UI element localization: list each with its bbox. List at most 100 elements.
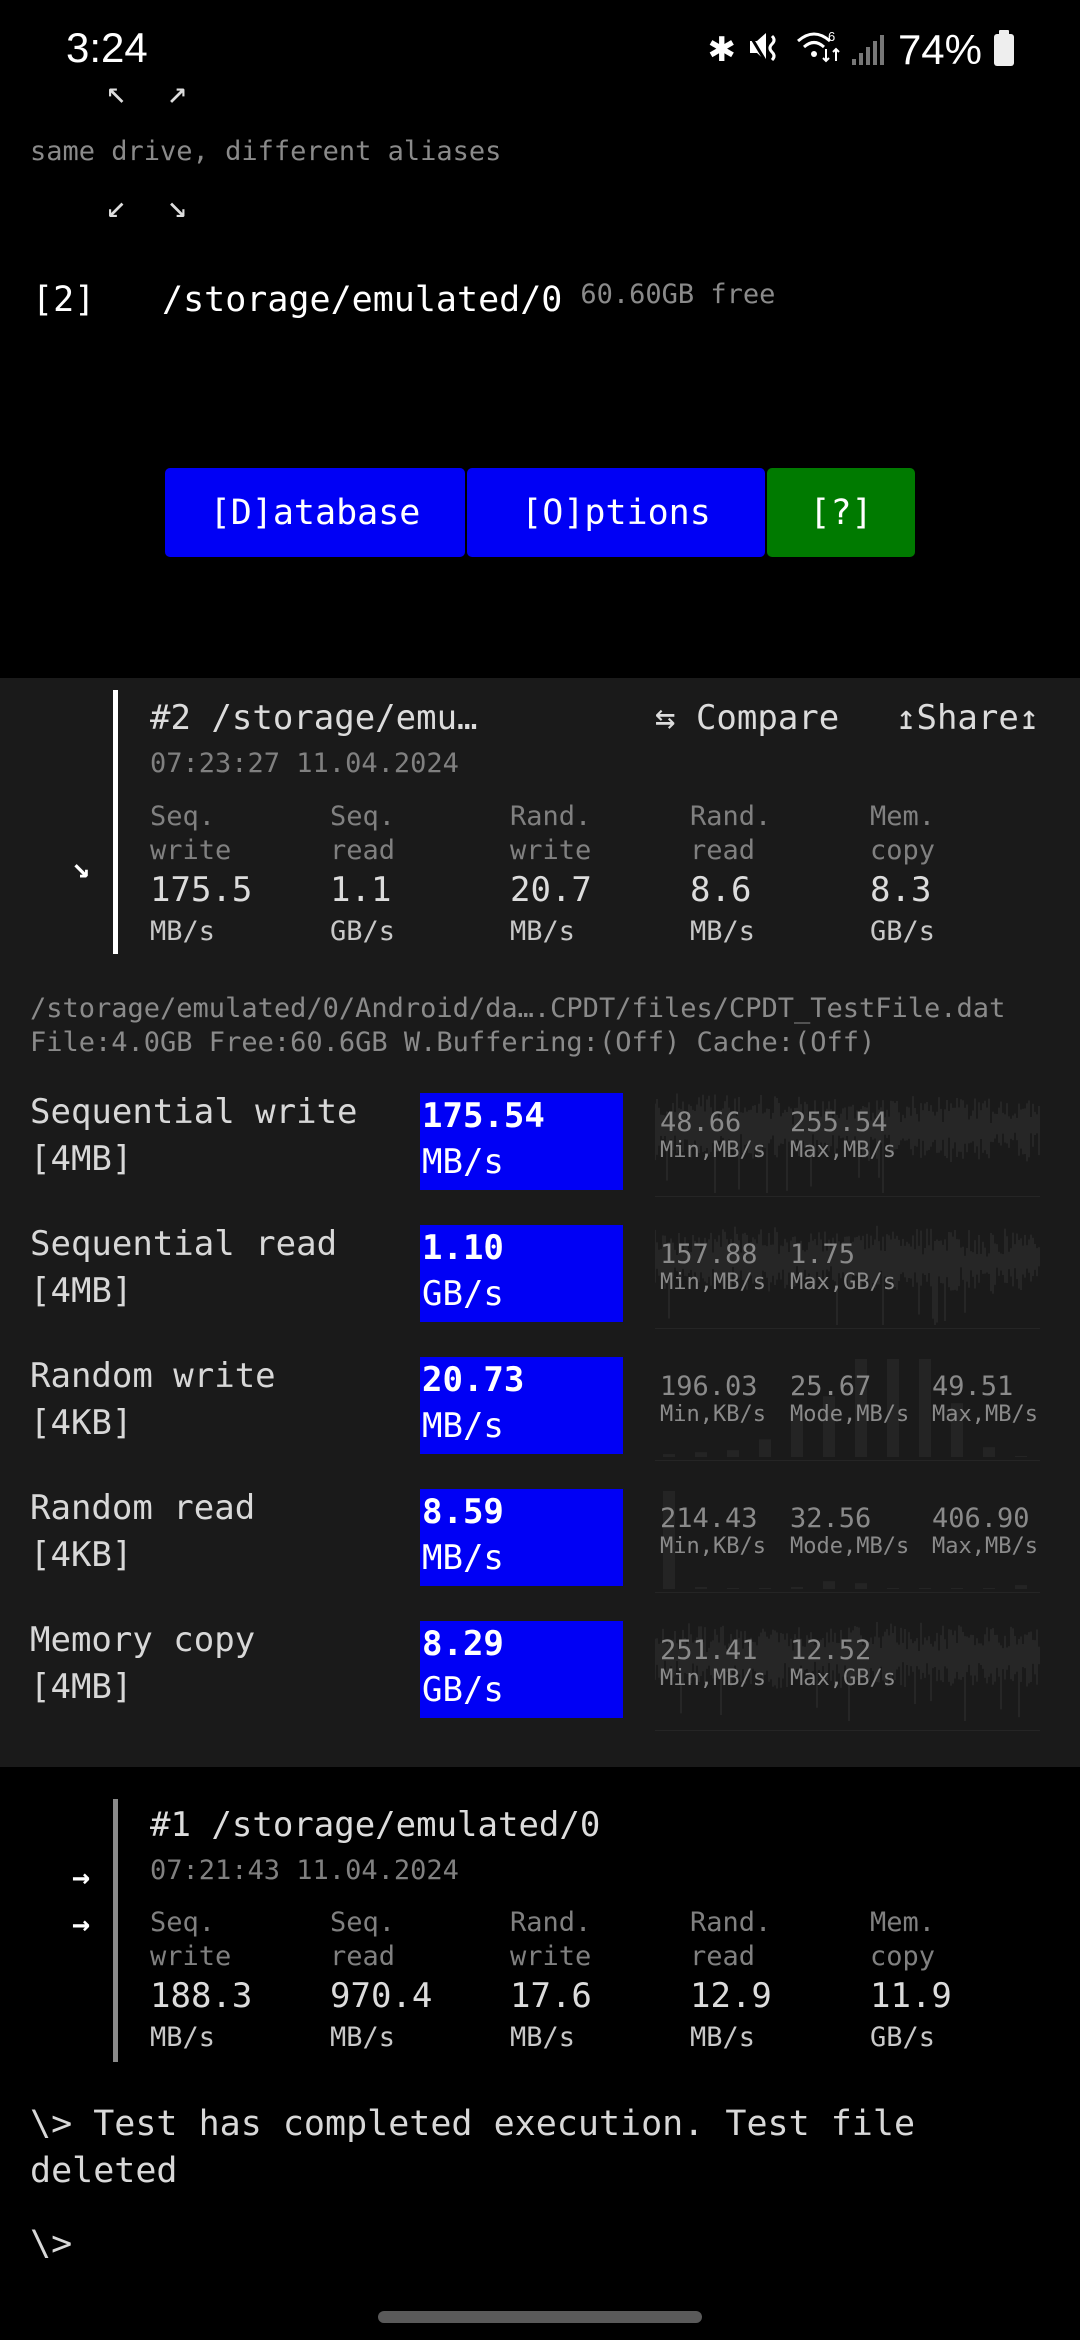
column-value: 8.3 [870, 870, 932, 910]
column-label: Rand. [690, 801, 772, 832]
wifi-badge: 6 [828, 29, 835, 44]
stat-value: 255.54 [790, 1107, 888, 1138]
stat: 48.66 Min,MB/s [660, 1107, 766, 1163]
histogram-bar [759, 1588, 771, 1589]
test-row[interactable]: Random read [4KB] 8.59 MB/s 214.43 Min,KB/s 32… [0, 1485, 1080, 1617]
test-value-box: 20.73 MB/s [420, 1357, 623, 1454]
stat: 25.67 Mode,MB/s [790, 1371, 909, 1427]
test-name: Sequential read [4MB] [30, 1221, 337, 1315]
test-row[interactable]: Sequential write [4MB] 175.54 MB/s 48.66 Min,… [0, 1089, 1080, 1221]
column-label: write [150, 1941, 232, 1972]
column-label: read [330, 1941, 396, 1972]
stat-value: 157.88 [660, 1239, 758, 1270]
summary-column: Rand. read 12.9 MB/s [690, 1906, 772, 2058]
column-value: 1.1 [330, 870, 392, 910]
database-button[interactable]: [D]atabase [165, 468, 465, 557]
test-block-size: [4MB] [30, 1139, 133, 1179]
previous-run-timestamp: 07:21:43 11.04.2024 [150, 1855, 459, 1886]
summary-column: Seq. write 175.5 MB/s [150, 800, 252, 952]
column-label: Rand. [690, 1907, 772, 1938]
help-button[interactable]: [?] [767, 468, 915, 557]
histogram-bar [983, 1447, 995, 1457]
histogram-bar [951, 1588, 963, 1589]
stat-label: Max,MB/s [932, 1534, 1038, 1559]
column-label: Seq. [150, 801, 216, 832]
test-name: Random write [4KB] [30, 1353, 276, 1447]
column-label: Rand. [510, 801, 592, 832]
column-label: read [330, 835, 396, 866]
column-label: read [690, 835, 756, 866]
app-screen: 3:24 ✱ 6 74% ↖ ↗ same drive, different a… [0, 0, 1080, 2340]
column-unit: MB/s [690, 916, 756, 947]
stat-value: 25.67 [790, 1371, 872, 1402]
stat: 406.90 Max,MB/s [932, 1503, 1038, 1559]
test-unit: MB/s [422, 1406, 504, 1446]
histogram-bar [919, 1359, 931, 1457]
alias-arrows-bottom: ↙ ↘ [106, 186, 198, 226]
current-run-bar [113, 690, 118, 954]
summary-column: Rand. write 20.7 MB/s [510, 800, 592, 952]
test-unit: GB/s [422, 1670, 504, 1710]
test-block-size: [4MB] [30, 1271, 133, 1311]
options-button[interactable]: [O]ptions [467, 468, 765, 557]
stat-label: Min,MB/s [660, 1138, 766, 1163]
summary-column: Seq. write 188.3 MB/s [150, 1906, 252, 2058]
console-prompt[interactable]: \> [30, 2221, 72, 2268]
test-name-label: Sequential read [30, 1224, 338, 1264]
histogram-bar [759, 1439, 771, 1457]
column-unit: MB/s [510, 2022, 576, 2053]
stat-value: 196.03 [660, 1371, 758, 1402]
share-button[interactable]: ↥Share↥ [896, 698, 1039, 738]
drive-free-space: 60.60GB free [580, 279, 776, 310]
test-value: 1.10 [422, 1228, 504, 1268]
column-unit: GB/s [870, 2022, 936, 2053]
stat-label: Max,MB/s [790, 1138, 896, 1163]
histogram-bar [1015, 1585, 1027, 1589]
histogram-bar [919, 1588, 931, 1589]
test-name: Memory copy [4MB] [30, 1617, 255, 1711]
previous-run-bar [113, 1799, 118, 2062]
row-separator [655, 1460, 1040, 1461]
current-run-title[interactable]: #2 /storage/emu… [150, 698, 478, 738]
column-label: Seq. [330, 801, 396, 832]
stat-label: Mode,MB/s [790, 1534, 910, 1559]
test-value-box: 8.59 MB/s [420, 1489, 623, 1586]
previous-run-arrow-icon-2: → [72, 1907, 91, 1942]
stat-label: Max,GB/s [790, 1666, 896, 1691]
compare-button[interactable]: ⇆ Compare [655, 698, 839, 738]
home-gesture-bar[interactable] [378, 2311, 702, 2323]
stat-label: Max,GB/s [790, 1270, 896, 1295]
column-label: copy [870, 835, 936, 866]
drive-index: [2] [32, 280, 96, 320]
test-unit: GB/s [422, 1274, 504, 1314]
summary-column: Seq. read 970.4 MB/s [330, 1906, 432, 2058]
stat-value: 251.41 [660, 1635, 758, 1666]
histogram-bar [727, 1450, 739, 1457]
column-label: read [690, 1941, 756, 1972]
stat: 157.88 Min,MB/s [660, 1239, 766, 1295]
test-row[interactable]: Sequential read [4MB] 1.10 GB/s 157.88 Min,MB… [0, 1221, 1080, 1353]
current-run-timestamp: 07:23:27 11.04.2024 [150, 748, 459, 779]
stat-value: 406.90 [932, 1503, 1030, 1534]
previous-run-title[interactable]: #1 /storage/emulated/0 [150, 1805, 600, 1845]
column-label: Mem. [870, 1907, 936, 1938]
stat-label: Min,KB/s [660, 1534, 766, 1559]
alias-arrows-top: ↖ ↗ [106, 72, 198, 112]
drive-selector[interactable]: [2] /storage/emulated/0 60.60GB free [32, 279, 776, 320]
test-file-path: /storage/emulated/0/Android/da….CPDT/fil… [30, 993, 1006, 1024]
stat: 214.43 Min,KB/s [660, 1503, 766, 1559]
test-row[interactable]: Random write [4KB] 20.73 MB/s 196.03 Min,KB/s… [0, 1353, 1080, 1485]
test-row[interactable]: Memory copy [4MB] 8.29 GB/s 251.41 Min,MB/s 12… [0, 1617, 1080, 1749]
test-value-box: 1.10 GB/s [420, 1225, 623, 1322]
column-value: 17.6 [510, 1976, 592, 2016]
bluetooth-icon: ✱ [707, 31, 736, 69]
stat: 196.03 Min,KB/s [660, 1371, 766, 1427]
stat-value: 32.56 [790, 1503, 872, 1534]
column-value: 970.4 [330, 1976, 433, 2016]
battery-percent: 74% [897, 26, 982, 73]
column-unit: MB/s [150, 916, 216, 947]
test-value: 175.54 [422, 1096, 545, 1136]
histogram-bar [727, 1588, 739, 1589]
stat: 49.51 Max,MB/s [932, 1371, 1038, 1427]
test-unit: MB/s [422, 1538, 504, 1578]
